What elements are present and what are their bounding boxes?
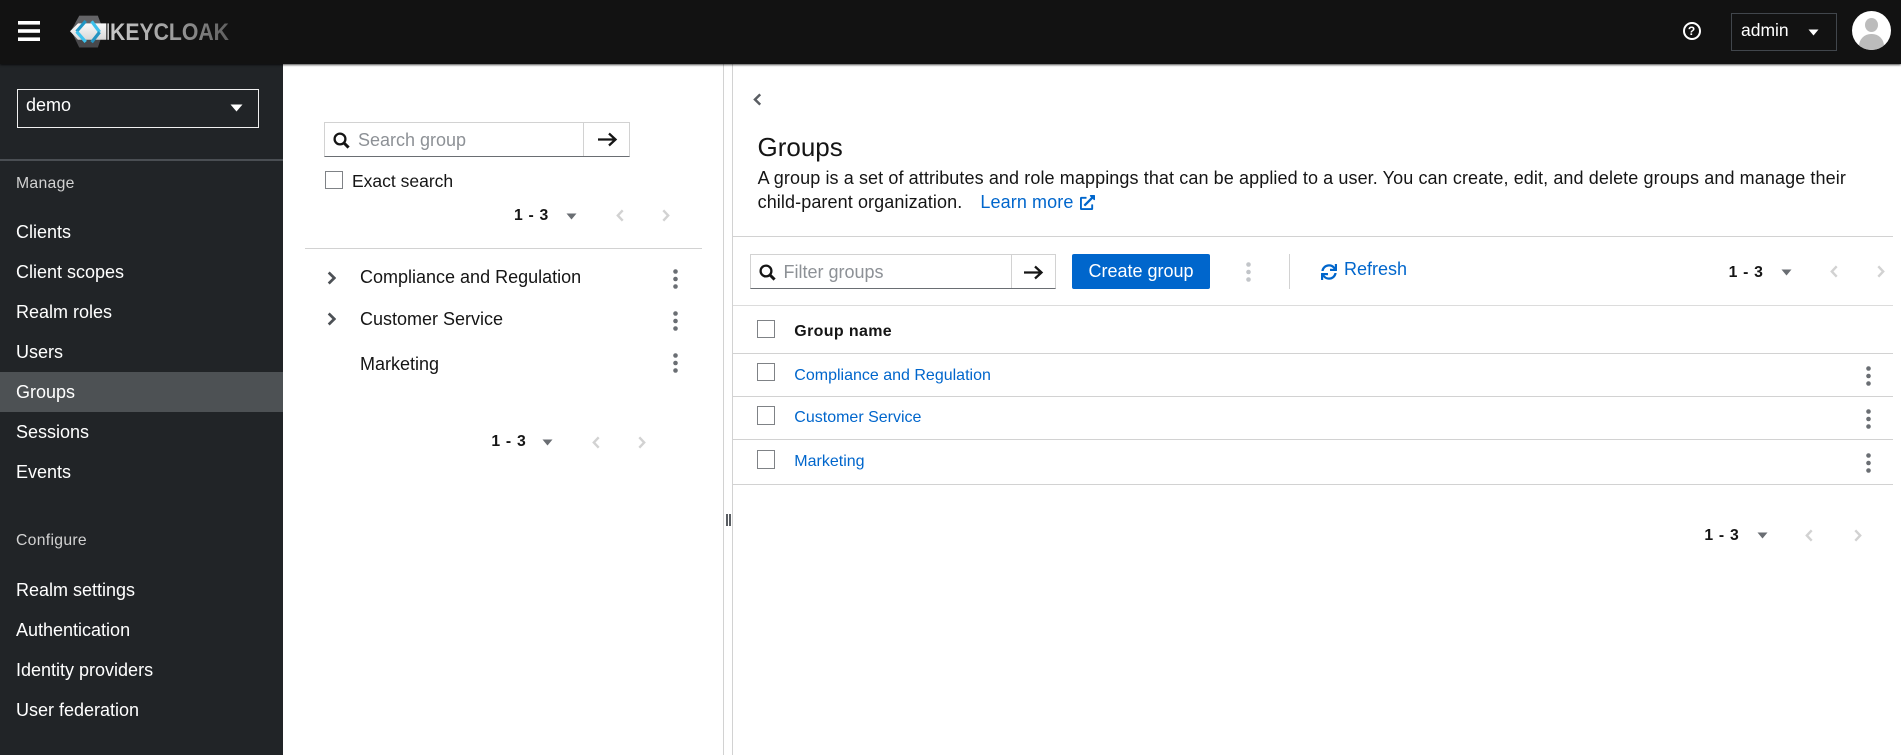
svg-text:KEYCLOAK: KEYCLOAK xyxy=(110,19,230,46)
